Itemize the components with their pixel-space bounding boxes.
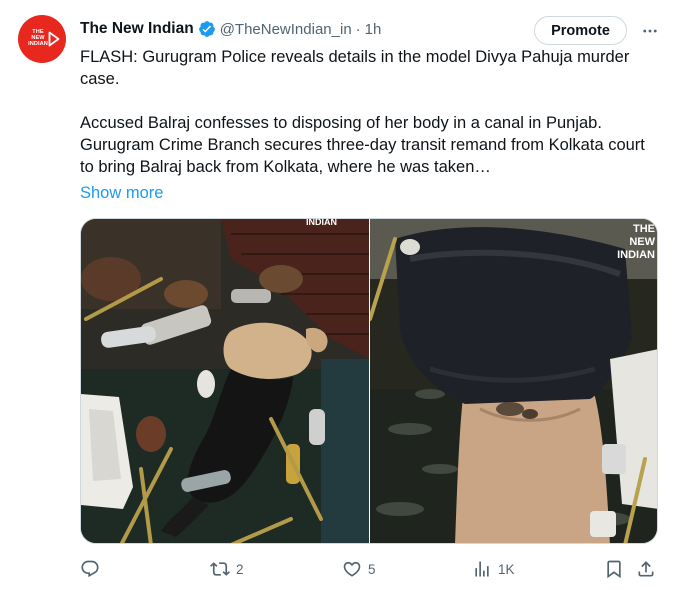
avatar[interactable]: THE NEW INDIAN [18, 15, 66, 63]
photo-left[interactable]: INDIAN [81, 219, 369, 543]
views-button[interactable]: 1K [472, 556, 515, 582]
separator-dot: · [355, 20, 361, 38]
heart-icon [343, 561, 361, 577]
photo-left-image: INDIAN [81, 219, 369, 543]
post-time[interactable]: 1h [365, 21, 382, 38]
tweet-paragraph-1: FLASH: Gurugram Police reveals details i… [80, 48, 630, 88]
reply-button[interactable] [80, 556, 100, 582]
promote-button[interactable]: Promote [534, 16, 627, 45]
tweet-text: FLASH: Gurugram Police reveals details i… [80, 46, 660, 178]
share-button[interactable] [636, 556, 656, 582]
media-grid: INDIAN THE NEW INDIAN [80, 218, 658, 544]
reply-icon [81, 560, 99, 578]
right-photo-watermark-line-1: THE [633, 223, 655, 235]
avatar-logo-text: THE NEW INDIAN [28, 29, 48, 47]
retweet-count: 2 [236, 561, 244, 577]
retweet-icon [210, 562, 230, 576]
share-icon [638, 561, 654, 577]
retweet-button[interactable]: 2 [210, 556, 244, 582]
right-photo-watermark-line-3: INDIAN [617, 249, 655, 261]
action-bar: 2 5 1K [80, 556, 660, 582]
bookmark-icon [607, 560, 621, 579]
bookmark-button[interactable] [604, 556, 624, 582]
photo-right[interactable]: THE NEW INDIAN [369, 219, 657, 543]
right-photo-watermark-line-2: NEW [629, 236, 655, 248]
play-icon [48, 31, 60, 47]
left-photo-watermark: INDIAN [306, 219, 337, 227]
like-button[interactable]: 5 [342, 556, 376, 582]
tweet-paragraph-2: Accused Balraj confesses to disposing of… [80, 114, 645, 176]
like-count: 5 [368, 561, 376, 577]
photo-right-image: THE NEW INDIAN [369, 219, 657, 543]
views-icon [475, 561, 489, 577]
views-count: 1K [498, 561, 515, 577]
more-horizontal-icon[interactable] [638, 19, 662, 43]
account-handle[interactable]: @TheNewIndian_in [220, 21, 352, 38]
account-name[interactable]: The New Indian [80, 20, 194, 38]
show-more-link[interactable]: Show more [80, 182, 163, 204]
tweet[interactable]: THE NEW INDIAN The New Indian @TheNewInd… [0, 0, 675, 590]
tweet-header: The New Indian @TheNewIndian_in · 1h [80, 17, 381, 41]
verified-badge-icon[interactable] [198, 20, 216, 38]
